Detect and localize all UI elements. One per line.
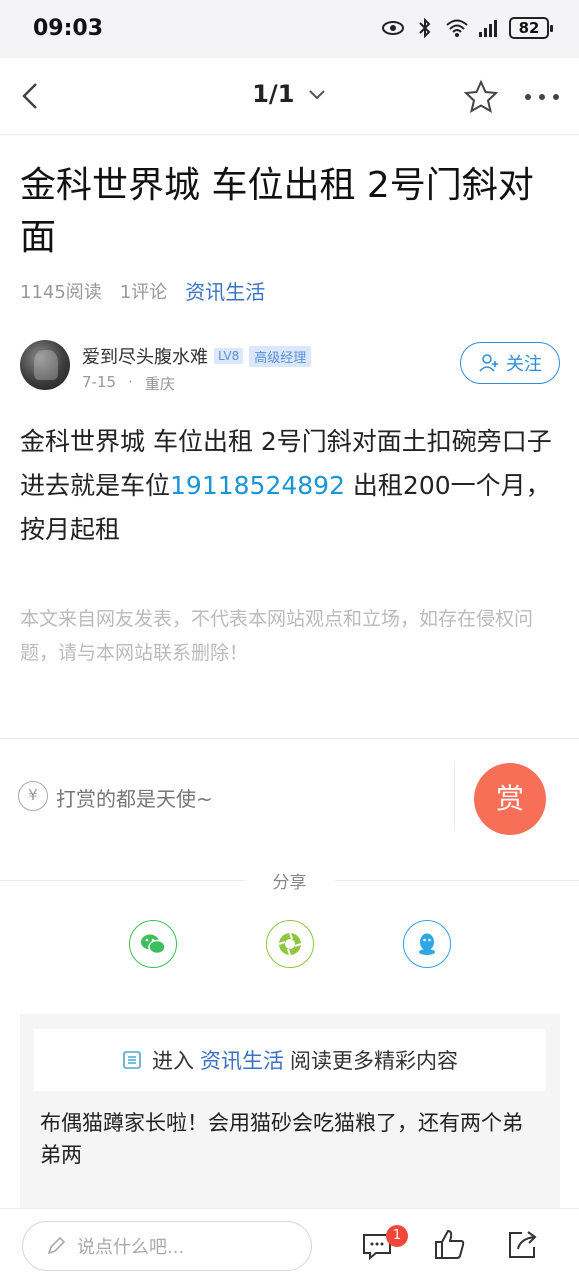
share-moments-button[interactable]	[266, 920, 314, 968]
add-user-icon	[479, 354, 498, 372]
article-title: 金科世界城 车位出租 2号门斜对面	[20, 165, 534, 258]
more-icon[interactable]	[522, 83, 562, 111]
status-bar: 09:03 82	[0, 0, 579, 58]
share-icon[interactable]	[504, 1227, 540, 1263]
divider	[454, 761, 455, 831]
comment-input[interactable]: 说点什么吧...	[22, 1221, 312, 1271]
article-meta: 1145阅读 1评论 资讯生活	[20, 278, 265, 305]
author-name[interactable]: 爱到尽头腹水难	[82, 343, 208, 369]
bottom-bar: 说点什么吧... 1	[0, 1208, 579, 1280]
post-location: 重庆	[144, 375, 175, 393]
eye-icon	[382, 21, 404, 35]
moments-icon	[278, 932, 302, 956]
rank-badge: 高级经理	[249, 345, 312, 367]
category-link[interactable]: 资讯生活	[185, 276, 265, 305]
qq-icon	[419, 933, 435, 955]
top-nav: 1/1	[0, 58, 579, 135]
pencil-icon	[47, 1236, 66, 1255]
recommend-panel: 进入 资讯生活 阅读更多精彩内容 布偶猫蹲家长啦！会用猫砂会吃猫粮了，还有两个弟…	[20, 1014, 560, 1214]
category-link[interactable]: 资讯生活	[200, 1045, 284, 1075]
like-icon[interactable]	[432, 1227, 468, 1263]
read-count: 1145阅读	[20, 282, 102, 303]
share-wechat-button[interactable]	[129, 920, 177, 968]
wifi-icon	[446, 19, 468, 37]
tip-section: ¥ 打赏的都是天使~ 赏	[0, 739, 579, 859]
page-indicator: 1/1	[252, 80, 295, 108]
comment-placeholder: 说点什么吧...	[77, 1237, 185, 1258]
tip-text: 打赏的都是天使~	[56, 787, 213, 811]
share-label: 分享	[244, 873, 335, 893]
comment-count: 1评论	[119, 282, 168, 303]
phone-link[interactable]: 19118524892	[170, 471, 345, 500]
follow-button[interactable]: 关注	[460, 342, 560, 384]
signal-icon	[479, 20, 497, 37]
dot-separator: ·	[128, 373, 133, 391]
more-content-label: 阅读更多精彩内容	[290, 1049, 458, 1073]
level-badge: LV8	[214, 348, 244, 364]
list-item[interactable]: 布偶猫蹲家长啦！会用猫砂会吃猫粮了，还有两个弟弟两	[40, 1107, 540, 1171]
comment-badge: 1	[386, 1225, 408, 1247]
status-icons: 82	[381, 17, 553, 39]
author-row: 爱到尽头腹水难 LV8 高级经理 7-15 · 重庆 关注	[20, 340, 560, 396]
star-icon[interactable]	[462, 78, 500, 116]
chevron-down-icon	[309, 90, 325, 100]
post-date: 7-15	[82, 373, 117, 391]
battery-indicator: 82	[509, 17, 553, 39]
share-heading: 分享	[0, 868, 579, 893]
avatar[interactable]	[20, 340, 70, 390]
wechat-icon	[141, 934, 166, 955]
yuan-icon: ¥	[18, 781, 48, 811]
enter-category-banner[interactable]: 进入 资讯生活 阅读更多精彩内容	[34, 1029, 546, 1091]
bluetooth-icon	[419, 17, 431, 39]
article-body: 金科世界城 车位出租 2号门斜对面土扣碗旁口子进去就是车位19118524892…	[20, 420, 565, 552]
list-icon	[123, 1051, 141, 1069]
disclaimer: 本文来自网友发表，不代表本网站观点和立场，如存在侵权问题，请与本网站联系删除！	[20, 608, 534, 664]
enter-label: 进入	[152, 1049, 194, 1073]
reward-button[interactable]: 赏	[474, 763, 546, 835]
author-info: 爱到尽头腹水难 LV8 高级经理	[82, 343, 312, 369]
follow-label: 关注	[506, 354, 542, 375]
share-qq-button[interactable]	[403, 920, 451, 968]
post-info: 7-15 · 重庆	[82, 373, 175, 394]
status-time: 09:03	[33, 16, 104, 41]
